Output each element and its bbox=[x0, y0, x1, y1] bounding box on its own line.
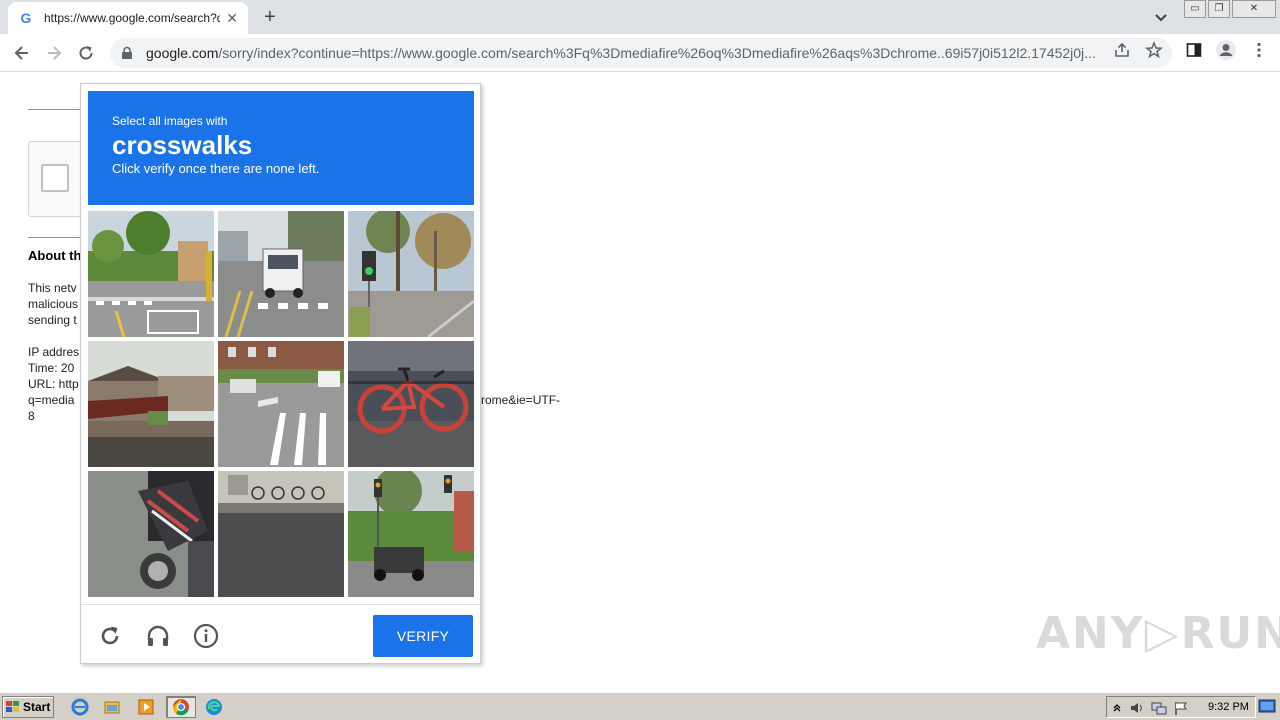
taskbar-media-player-button[interactable] bbox=[134, 696, 158, 718]
start-button[interactable]: Start bbox=[2, 696, 54, 718]
browser-toolbar: google.com/sorry/index?continue=https://… bbox=[0, 34, 1280, 72]
forward-button[interactable] bbox=[40, 39, 68, 67]
tile-image bbox=[218, 211, 344, 337]
browser-tab-strip: G https://www.google.com/search?q= ✕ + ▭… bbox=[0, 0, 1280, 34]
tab-close-icon[interactable]: ✕ bbox=[226, 10, 238, 27]
network-icon[interactable] bbox=[1151, 700, 1167, 716]
paragraph-line-1: This netv bbox=[28, 281, 77, 295]
reload-challenge-button[interactable] bbox=[95, 621, 125, 651]
info-icon bbox=[193, 623, 219, 649]
taskbar-explorer-button[interactable] bbox=[100, 696, 124, 718]
reload-icon bbox=[79, 46, 93, 60]
about-heading: About th bbox=[28, 248, 82, 263]
windows-flag-icon bbox=[6, 701, 19, 712]
divider-top bbox=[28, 109, 88, 110]
tile-image bbox=[88, 341, 214, 467]
action-center-flag-icon[interactable] bbox=[1173, 700, 1189, 716]
chrome-icon bbox=[172, 699, 189, 716]
volume-icon[interactable] bbox=[1129, 700, 1145, 716]
image-tile-6[interactable] bbox=[348, 341, 474, 467]
taskbar-clock[interactable]: 9:32 PM bbox=[1208, 701, 1249, 713]
image-tile-5[interactable] bbox=[218, 341, 344, 467]
window-minimize-button[interactable]: ▭ bbox=[1184, 0, 1206, 18]
google-favicon-icon: G bbox=[20, 10, 32, 26]
more-menu-icon[interactable] bbox=[1250, 41, 1268, 59]
url-path: /sorry/index?continue=https://www.google… bbox=[218, 45, 1096, 61]
instruction-hint: Click verify once there are none left. bbox=[112, 161, 320, 176]
profile-avatar-icon[interactable] bbox=[1215, 39, 1237, 61]
new-tab-button[interactable]: + bbox=[258, 5, 282, 29]
tab-title: https://www.google.com/search?q= bbox=[44, 11, 220, 25]
arrow-left-icon bbox=[14, 46, 28, 60]
back-button[interactable] bbox=[8, 39, 36, 67]
recaptcha-checkbox[interactable] bbox=[41, 164, 69, 192]
challenge-instructions: Select all images with crosswalks Click … bbox=[88, 91, 474, 205]
verify-button[interactable]: VERIFY bbox=[373, 615, 473, 657]
share-icon[interactable] bbox=[1113, 41, 1131, 59]
window-restore-button[interactable]: ❐ bbox=[1208, 0, 1230, 18]
audio-challenge-button[interactable] bbox=[143, 621, 173, 651]
paragraph-line-3: sending t bbox=[28, 313, 77, 327]
image-tile-1[interactable] bbox=[88, 211, 214, 337]
tile-image bbox=[88, 211, 214, 337]
start-label: Start bbox=[23, 700, 51, 714]
tile-image bbox=[218, 471, 344, 597]
taskbar-chrome-button[interactable] bbox=[166, 696, 196, 718]
challenge-footer: VERIFY bbox=[81, 604, 480, 664]
image-grid bbox=[88, 211, 474, 597]
arrow-right-icon bbox=[48, 46, 62, 60]
tray-expand-icon[interactable] bbox=[1111, 701, 1123, 713]
image-tile-7[interactable] bbox=[88, 471, 214, 597]
query-line: q=media bbox=[28, 393, 75, 407]
image-tile-2[interactable] bbox=[218, 211, 344, 337]
taskbar-edge-button[interactable] bbox=[202, 696, 226, 718]
tile-image bbox=[218, 341, 344, 467]
url-text[interactable]: google.com/sorry/index?continue=https://… bbox=[146, 45, 1112, 61]
instruction-lead: Select all images with bbox=[112, 114, 228, 128]
media-player-icon bbox=[138, 699, 154, 715]
chevron-down-icon bbox=[1155, 14, 1167, 22]
query-tail-line: 8 bbox=[28, 409, 35, 423]
image-tile-4[interactable] bbox=[88, 341, 214, 467]
image-tile-3[interactable] bbox=[348, 211, 474, 337]
address-bar[interactable]: google.com/sorry/index?continue=https://… bbox=[110, 38, 1172, 68]
taskbar-ie-button[interactable] bbox=[68, 696, 92, 718]
bookmark-star-icon[interactable] bbox=[1145, 41, 1163, 59]
tile-image bbox=[348, 471, 474, 597]
instruction-target: crosswalks bbox=[112, 130, 253, 160]
anyrun-watermark-logo: ANY▷RUN bbox=[1036, 608, 1280, 659]
browser-tab[interactable]: G https://www.google.com/search?q= ✕ bbox=[8, 2, 248, 34]
url-line: URL: http bbox=[28, 377, 79, 391]
tile-image bbox=[348, 341, 474, 467]
paragraph-line-2: malicious bbox=[28, 297, 79, 311]
windows-taskbar: Start 9:32 PM bbox=[0, 692, 1280, 720]
tab-search-button[interactable] bbox=[1150, 6, 1172, 28]
headphones-icon bbox=[147, 625, 169, 646]
window-close-button[interactable]: ✕ bbox=[1232, 0, 1276, 18]
url-overflow-text: rome&ie=UTF- bbox=[481, 393, 561, 407]
ip-address-line: IP addres bbox=[28, 345, 80, 359]
divider-middle bbox=[28, 237, 88, 238]
help-info-button[interactable] bbox=[191, 621, 221, 651]
side-panel-icon[interactable] bbox=[1185, 41, 1203, 59]
edge-icon bbox=[206, 699, 222, 715]
reload-icon bbox=[101, 626, 119, 645]
image-tile-9[interactable] bbox=[348, 471, 474, 597]
url-domain: google.com bbox=[146, 45, 219, 61]
lock-icon bbox=[122, 46, 132, 59]
recaptcha-challenge-popup: Select all images with crosswalks Click … bbox=[80, 83, 481, 664]
tile-image bbox=[88, 471, 214, 597]
tile-image bbox=[348, 211, 474, 337]
folder-icon bbox=[104, 701, 120, 714]
image-tile-8[interactable] bbox=[218, 471, 344, 597]
show-desktop-icon[interactable] bbox=[1258, 699, 1276, 715]
time-line: Time: 20 bbox=[28, 361, 75, 375]
reload-button[interactable] bbox=[72, 39, 100, 67]
internet-explorer-icon bbox=[71, 698, 89, 716]
